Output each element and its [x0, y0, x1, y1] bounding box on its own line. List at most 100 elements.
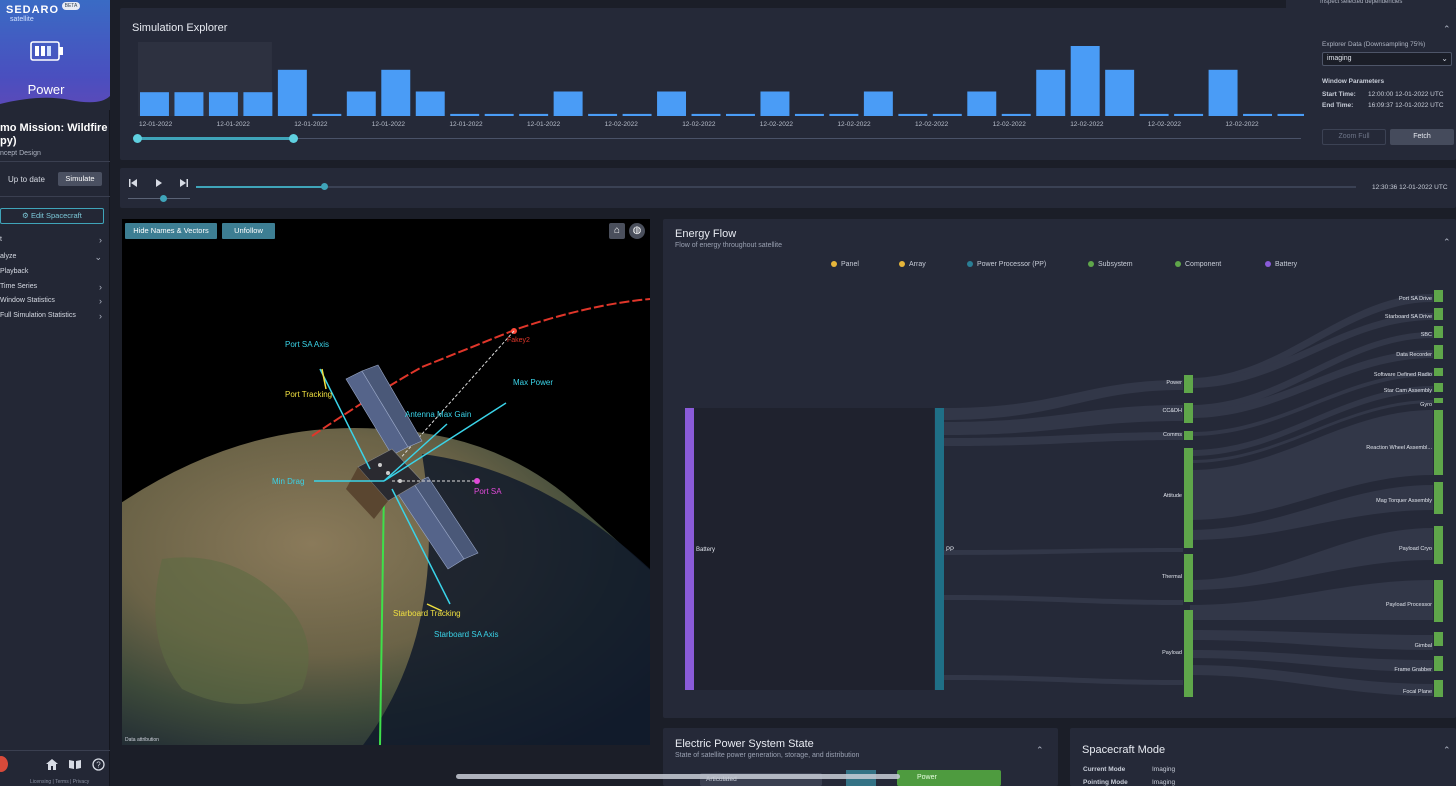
histogram-bar[interactable]	[1105, 69, 1135, 116]
skip-forward-icon[interactable]	[179, 179, 188, 187]
sankey-node-battery[interactable]	[685, 408, 694, 690]
playback-track[interactable]	[196, 186, 1356, 188]
sidebar-item-full-statistics[interactable]: Full Simulation Statistics ›	[0, 310, 106, 322]
histogram-bar[interactable]	[1243, 113, 1273, 116]
histogram-bar[interactable]	[208, 92, 238, 116]
horizontal-scrollbar[interactable]	[456, 774, 900, 779]
speed-track[interactable]	[128, 198, 190, 199]
sankey-diagram[interactable]	[663, 280, 1456, 700]
histogram-bar[interactable]	[312, 113, 342, 116]
speed-handle[interactable]	[160, 195, 167, 202]
histogram-bar[interactable]	[1277, 113, 1304, 116]
histogram-bar[interactable]	[1070, 46, 1100, 116]
node-label-payload: Payload	[1162, 650, 1182, 656]
nav-label: Time Series	[0, 283, 38, 290]
sidebar-item-window-statistics[interactable]: Window Statistics ›	[0, 295, 106, 307]
histogram-bar[interactable]	[1174, 113, 1204, 116]
range-selection	[137, 137, 294, 140]
sidebar: SEDARO satellite BETA Power mo Mission: …	[0, 0, 110, 786]
histogram-bar[interactable]	[760, 91, 790, 117]
module-header: SEDARO satellite BETA Power	[0, 0, 110, 110]
range-end-handle[interactable]	[289, 134, 298, 143]
pointing-mode-label: Pointing Mode	[1083, 779, 1128, 786]
range-start-handle[interactable]	[133, 134, 142, 143]
collapse-icon[interactable]: ⌃	[1443, 24, 1451, 35]
legend-label: Battery	[1275, 261, 1298, 268]
histogram-bar[interactable]	[140, 92, 169, 116]
label-starboard-tracking: Starboard Tracking	[393, 609, 461, 618]
playback-handle[interactable]	[320, 183, 328, 190]
sidebar-item-analyze[interactable]: alyze ⌄	[0, 251, 106, 263]
fetch-button[interactable]: Fetch	[1390, 129, 1454, 145]
component-label: Focal Plane	[1402, 689, 1432, 695]
histogram-bar[interactable]	[657, 91, 687, 117]
histogram-bar[interactable]	[898, 113, 928, 116]
zoom-full-button[interactable]: Zoom Full	[1322, 129, 1386, 145]
histogram-bar[interactable]	[484, 113, 514, 116]
histogram-bar[interactable]	[588, 113, 618, 116]
help-icon[interactable]: ?	[92, 758, 105, 771]
histogram-bar[interactable]	[829, 113, 859, 116]
histogram-bar[interactable]	[726, 113, 755, 116]
play-icon[interactable]	[155, 179, 163, 187]
legend-swatch	[1175, 261, 1181, 267]
collapse-icon[interactable]: ⌃	[1036, 745, 1044, 756]
legend-label: Component	[1185, 261, 1222, 268]
user-avatar[interactable]	[0, 756, 8, 772]
histogram-bar[interactable]	[174, 92, 204, 116]
explorer-histogram[interactable]	[132, 36, 1304, 116]
home-view-icon[interactable]: ⌂	[609, 223, 625, 239]
unfollow-button[interactable]: Unfollow	[222, 223, 275, 239]
histogram-bar[interactable]	[415, 91, 445, 117]
data-attribution-link[interactable]: Data attribution	[125, 737, 159, 743]
node-label-cdh: CC&DH	[1162, 408, 1182, 414]
histogram-bar[interactable]	[1001, 113, 1031, 116]
end-time-value: 16:09:37 12-01-2022 UTC	[1368, 102, 1444, 109]
histogram-bar[interactable]	[381, 69, 411, 116]
footer-links[interactable]: Licensing | Terms | Privacy	[30, 779, 89, 785]
histogram-bar[interactable]	[346, 91, 376, 117]
histogram-bar[interactable]	[519, 113, 549, 116]
start-time-value: 12:00:00 12-01-2022 UTC	[1368, 91, 1444, 98]
brand-logo: SEDARO	[6, 4, 60, 16]
histogram-bar[interactable]	[932, 113, 962, 116]
collapse-icon[interactable]: ⌃	[1443, 745, 1451, 756]
hide-names-vectors-button[interactable]: Hide Names & Vectors	[125, 223, 217, 239]
histogram-bar[interactable]	[863, 91, 893, 117]
histogram-bar[interactable]	[691, 113, 721, 116]
start-time-label: Start Time:	[1322, 91, 1356, 98]
histogram-bar[interactable]	[277, 69, 307, 116]
home-icon[interactable]	[45, 758, 59, 771]
power-subsystem-tag[interactable]: Power	[897, 770, 1001, 786]
component-label: Frame Grabber	[1394, 667, 1432, 673]
mode-title: Spacecraft Mode	[1082, 744, 1166, 756]
spacecraft-3d-view[interactable]: Hide Names & Vectors Unfollow ⌂ ◍ Port S…	[122, 219, 650, 745]
explorer-data-select[interactable]: imaging ⌄	[1322, 52, 1452, 66]
histogram-bar[interactable]	[1036, 69, 1066, 116]
histogram-bar[interactable]	[450, 113, 480, 116]
skip-back-icon[interactable]	[129, 179, 138, 187]
book-icon[interactable]	[68, 759, 82, 770]
collapse-icon[interactable]: ⌃	[1443, 237, 1451, 248]
histogram-bar[interactable]	[967, 91, 997, 117]
sankey-component-nodes[interactable]	[1434, 290, 1443, 697]
simulate-button[interactable]: Simulate	[58, 172, 102, 186]
histogram-bar[interactable]	[622, 113, 652, 116]
x-tick-label: 12-01-2022	[371, 121, 406, 128]
sankey-node-pp[interactable]	[935, 408, 944, 690]
sankey-subsystem-nodes[interactable]	[1184, 375, 1193, 697]
legend-swatch	[899, 261, 905, 267]
sidebar-item-time-series[interactable]: Time Series ›	[0, 281, 106, 293]
histogram-bar[interactable]	[1139, 113, 1169, 116]
node-label-power: Power	[1166, 380, 1182, 386]
edit-spacecraft-label: Edit Spacecraft	[30, 211, 82, 220]
edit-spacecraft-button[interactable]: ⚙ Edit Spacecraft	[0, 208, 104, 224]
histogram-bar[interactable]	[243, 92, 273, 116]
globe-icon[interactable]: ◍	[629, 223, 645, 239]
sidebar-item-playback[interactable]: Playback	[0, 266, 106, 278]
playback-progress	[196, 186, 324, 188]
sidebar-item-edit[interactable]: t ›	[0, 234, 106, 246]
histogram-bar[interactable]	[794, 113, 824, 116]
histogram-bar[interactable]	[1208, 69, 1238, 116]
histogram-bar[interactable]	[553, 91, 583, 117]
